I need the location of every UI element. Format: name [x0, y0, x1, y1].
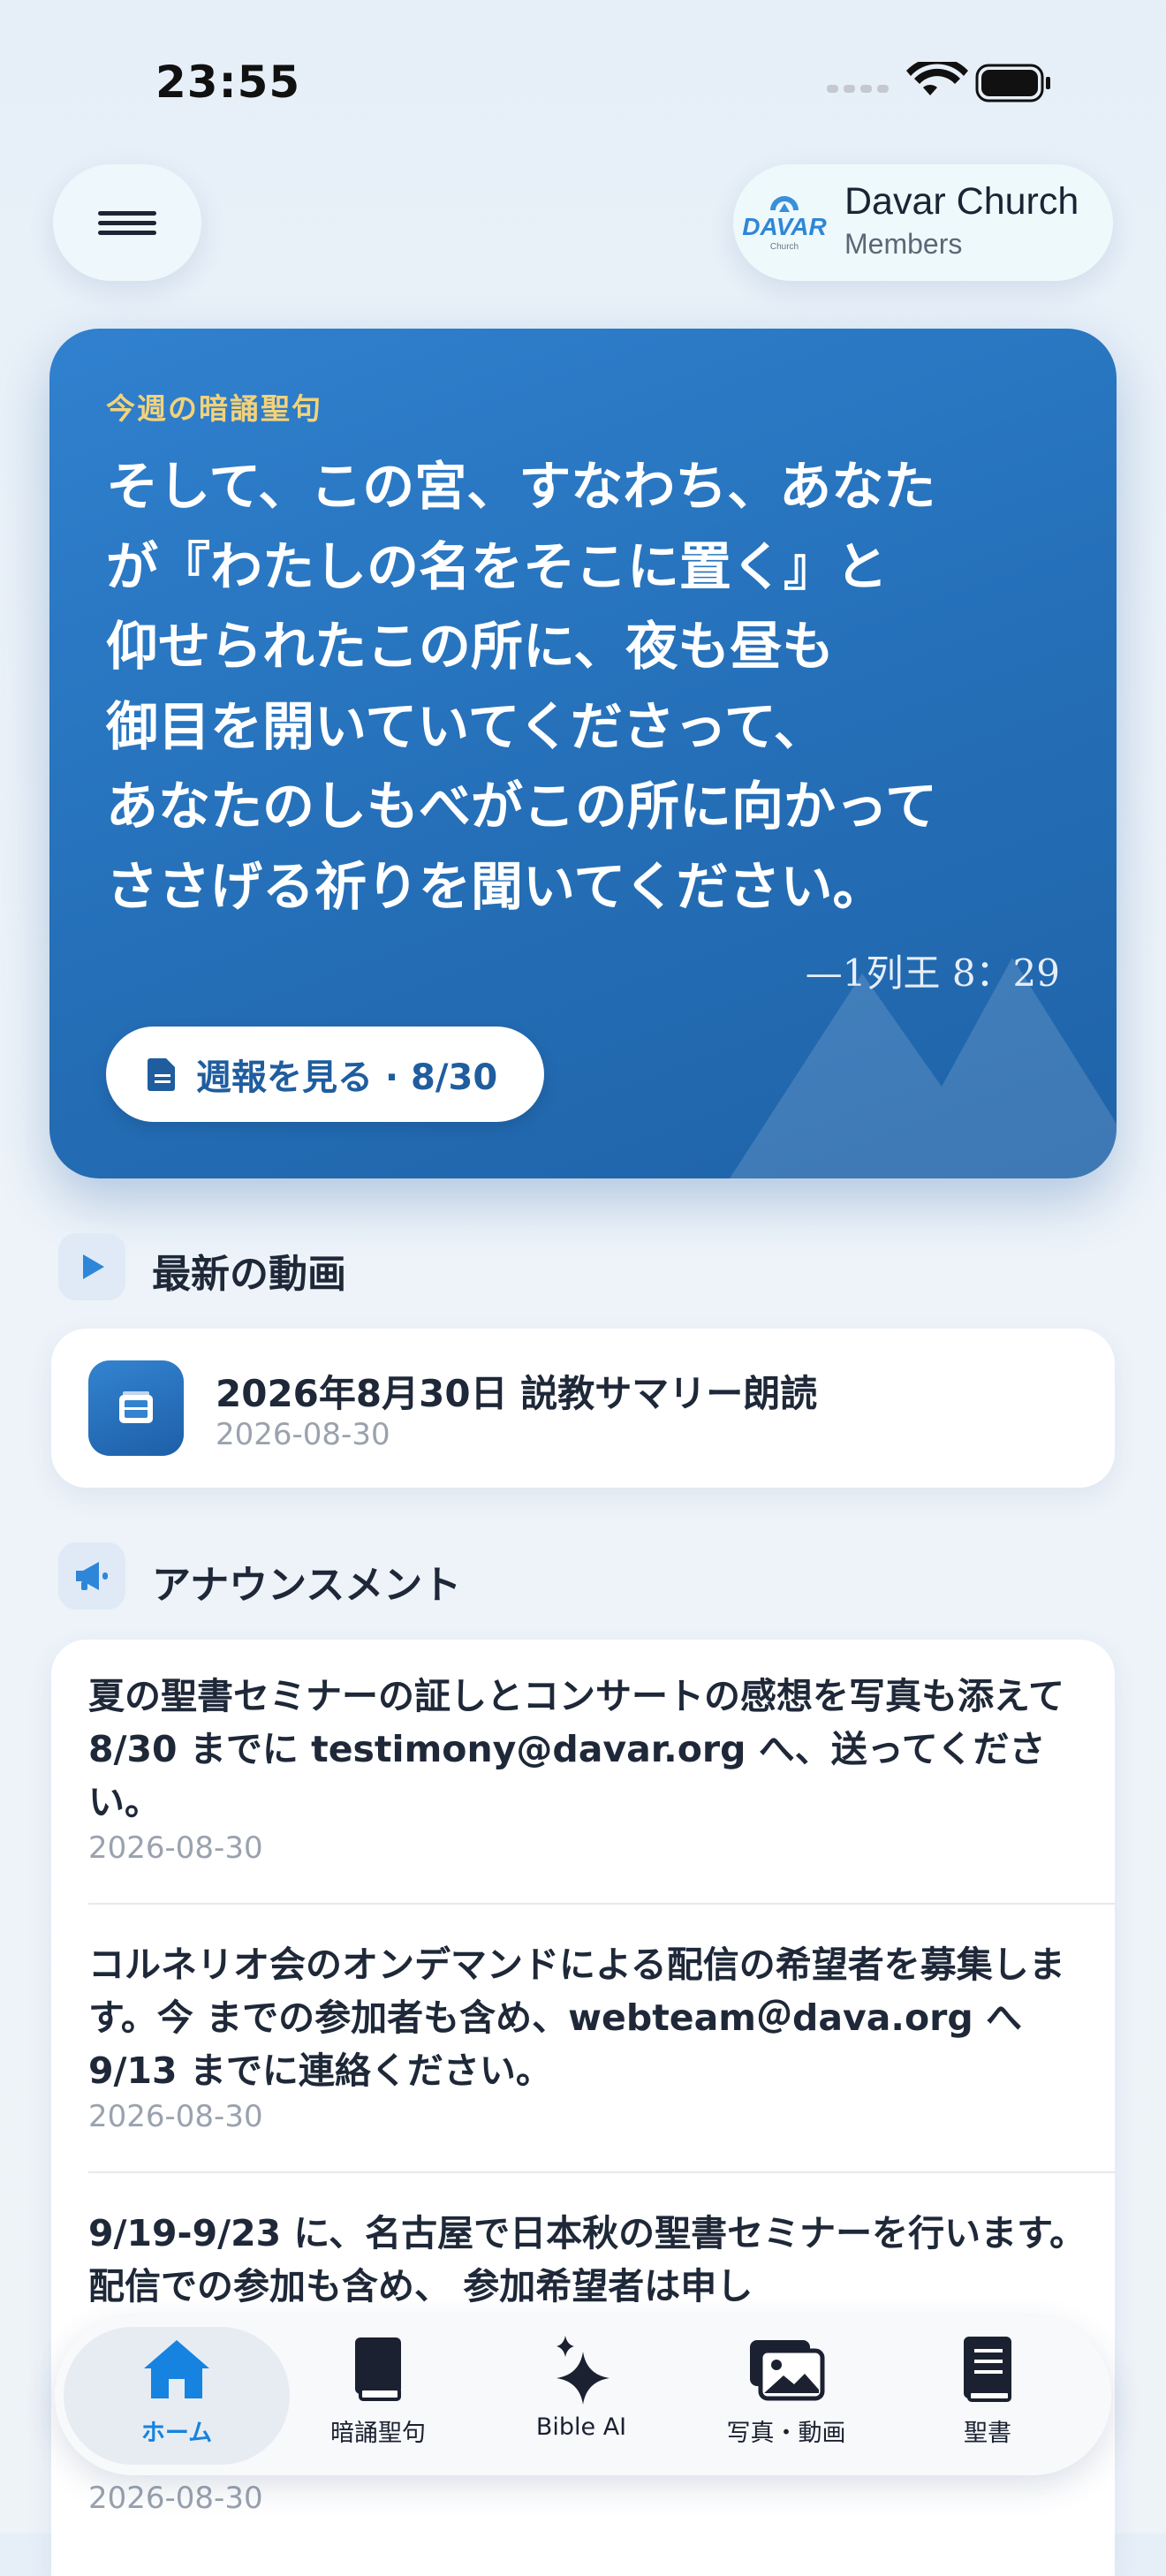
- verse-line: 御目を開いていてくださって、: [106, 695, 826, 757]
- wifi-icon: [906, 62, 968, 95]
- photos-icon: [746, 2332, 826, 2406]
- tab-label: 聖書: [964, 2420, 1011, 2447]
- view-bulletin-label: 週報を見る · 8/30: [196, 1057, 498, 1098]
- status-time: 23:55: [155, 57, 301, 108]
- verse-reference: —1列王 8：29: [805, 951, 1060, 995]
- bible-icon: [948, 2332, 1027, 2406]
- megaphone-icon: [58, 1542, 125, 1610]
- home-icon: [137, 2332, 216, 2406]
- verse-label: 今週の暗誦聖句: [106, 391, 322, 426]
- video-date: 2026-08-30: [216, 1417, 390, 1452]
- tab-label: 暗誦聖句: [330, 2420, 426, 2447]
- document-icon: [148, 1058, 175, 1091]
- church-logo: DAVAR Church: [742, 196, 827, 252]
- signal-icon: [827, 85, 889, 93]
- video-title: 2026年8月30日 説教サマリー朗読: [216, 1372, 818, 1415]
- tab-label: Bible AI: [535, 2413, 627, 2441]
- announcements-title: アナウンスメント: [152, 1563, 462, 1608]
- tab-memory-verse[interactable]: 暗誦聖句: [290, 2332, 466, 2461]
- announcement-date: 2026-08-30: [88, 2481, 263, 2516]
- announcement-date: 2026-08-30: [88, 1830, 263, 1866]
- tab-bible[interactable]: 聖書: [899, 2332, 1076, 2461]
- church-name: Davar Church: [844, 180, 1079, 223]
- view-bulletin-button[interactable]: 週報を見る · 8/30: [106, 1027, 544, 1122]
- film-icon: [119, 1391, 153, 1423]
- tab-home[interactable]: ホーム: [88, 2332, 265, 2461]
- play-icon: [58, 1233, 125, 1300]
- sparkles-icon: [541, 2332, 621, 2406]
- divider: [88, 2171, 1115, 2173]
- menu-button[interactable]: [53, 164, 201, 281]
- divider: [88, 1903, 1115, 1905]
- tab-label: 写真・動画: [726, 2420, 846, 2447]
- verse-line: が『わたしの名をそこに置く』と: [106, 535, 889, 597]
- announcement-text: 9/19-9/23 に、名古屋で日本秋の聖書セミナーを行います。配信での参加も含…: [88, 2212, 1086, 2307]
- verse-line: そして、この宮、すなわち、あなた: [106, 456, 936, 517]
- verse-line: ささげる祈りを聞いてください。: [106, 855, 885, 917]
- verse-line: あなたのしもべがこの所に向かって: [106, 776, 938, 837]
- video-thumbnail: [88, 1360, 184, 1456]
- tab-photos-videos[interactable]: 写真・動画: [698, 2332, 874, 2461]
- tab-label: ホーム: [140, 2420, 213, 2447]
- svg-text:DAVAR: DAVAR: [742, 213, 827, 240]
- tab-bible-ai[interactable]: Bible AI: [493, 2332, 670, 2461]
- announcement-text: コルネリオ会のオンデマンドによる配信の希望者を募集します。今 までの参加者も含め…: [88, 1943, 1065, 2092]
- hamburger-icon: [98, 206, 156, 240]
- svg-text:Church: Church: [770, 242, 799, 252]
- battery-icon: [975, 64, 1050, 102]
- verse-text: そして、この宮、すなわち、あなた が『わたしの名をそこに置く』と 仰せられたこの…: [106, 447, 1042, 927]
- announcement-date: 2026-08-30: [88, 2099, 263, 2134]
- announcement-item[interactable]: コルネリオ会のオンデマンドによる配信の希望者を募集します。今 までの参加者も含め…: [88, 1938, 1086, 2134]
- verse-line: 仰せられたこの所に、夜も昼も: [106, 616, 835, 677]
- announcement-text: 夏の聖書セミナーの証しとコンサートの感想を写真も添えて 8/30 までに tes…: [88, 1675, 1064, 1823]
- church-subtitle: Members: [844, 228, 963, 260]
- status-icons: [827, 62, 1050, 102]
- latest-videos-title: 最新の動画: [152, 1252, 346, 1297]
- book-icon: [338, 2332, 418, 2406]
- announcement-item[interactable]: 夏の聖書セミナーの証しとコンサートの感想を写真も添えて 8/30 までに tes…: [88, 1670, 1086, 1866]
